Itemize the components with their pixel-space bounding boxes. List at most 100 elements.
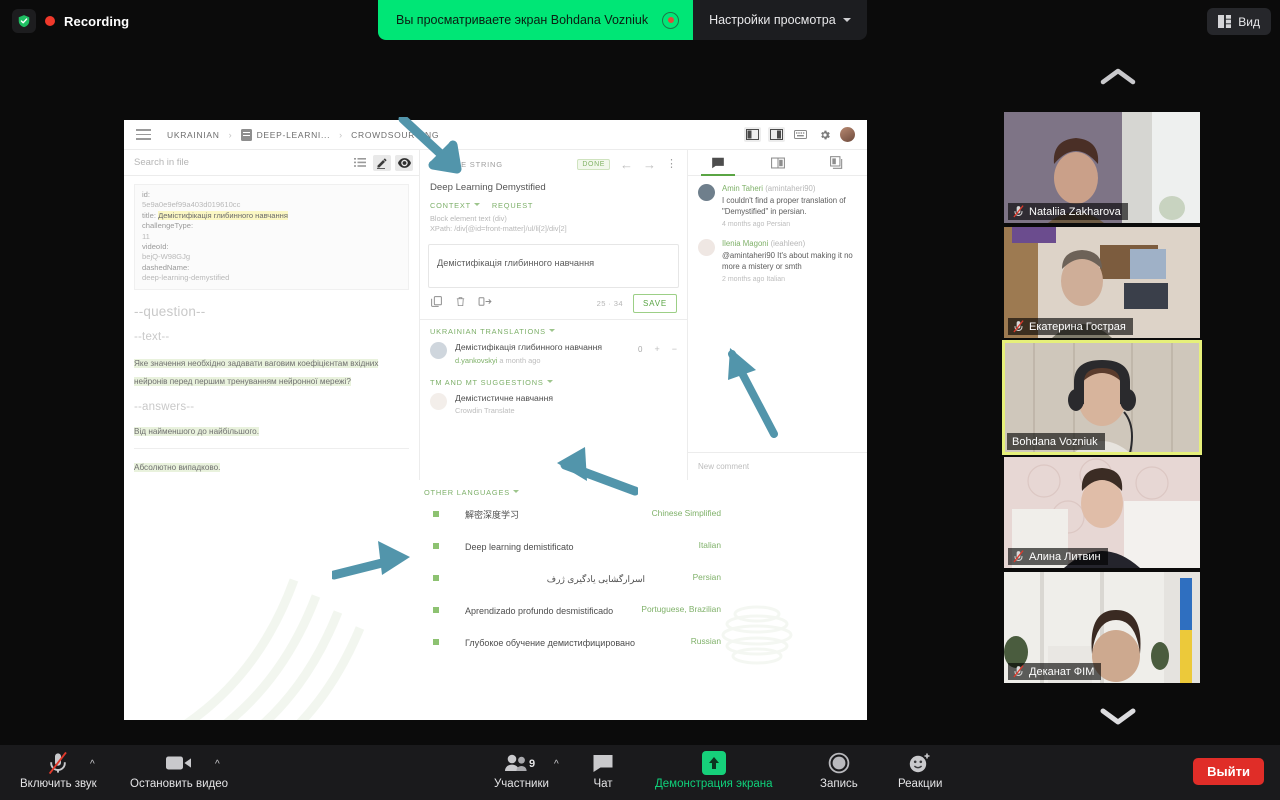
other-language-text: اسرارگشایی یادگیری ژرف (546, 574, 645, 584)
breadcrumb-item-project[interactable]: CROWDSOURCING (351, 130, 439, 140)
layout-right-icon[interactable] (768, 127, 785, 142)
view-options-button[interactable]: Настройки просмотра (693, 0, 867, 40)
view-button[interactable]: Вид (1207, 8, 1271, 35)
participants-count-glyph: 9 (529, 758, 535, 770)
share-recording-icon (662, 11, 680, 29)
more-options-icon[interactable]: ⋮ (666, 158, 677, 170)
scroll-down-button[interactable] (1100, 706, 1136, 726)
other-language-row[interactable]: Deep learning demistificato Italian (124, 531, 867, 563)
layout-left-icon[interactable] (744, 127, 761, 142)
translation-body: Демістифікація глибинного навчання d.yan… (455, 342, 630, 365)
other-language-name: Persian (692, 572, 721, 582)
meeting-top-bar: Recording Вы просматриваете экран Bohdan… (0, 0, 992, 42)
delete-icon[interactable] (455, 295, 466, 313)
other-language-row[interactable]: Aprendizado profundo desmistificado Port… (124, 595, 867, 627)
downvote-icon[interactable]: − (672, 344, 677, 354)
chat-icon (592, 751, 614, 775)
clear-icon[interactable] (478, 295, 492, 313)
recording-indicator-group: Recording (12, 9, 129, 33)
chevron-down-icon (512, 490, 519, 493)
preview-mode-tools (351, 154, 413, 171)
next-string-icon[interactable]: → (643, 158, 656, 171)
meta-line: dashedName: (142, 263, 401, 273)
search-in-file-row: Search in file (124, 150, 419, 176)
copy-source-icon[interactable] (430, 295, 443, 313)
preview-icon[interactable] (395, 154, 413, 171)
participant-tile[interactable]: Деканат ФІМ (1004, 572, 1200, 683)
recording-label: Recording (64, 13, 130, 29)
status-badge: DONE (577, 158, 610, 170)
tab-glossary[interactable] (748, 150, 808, 176)
other-languages-label[interactable]: OTHER LANGUAGES (124, 488, 867, 499)
participant-tile[interactable]: Алина Литвин (1004, 457, 1200, 568)
translation-editor-pane: SOURCE STRING DONE ← → ⋮ Deep Learning D… (420, 150, 688, 480)
other-language-row[interactable]: 解密深度学习 Chinese Simplified (124, 499, 867, 531)
section-answers-heading: --answers-- (134, 400, 195, 413)
comment-author[interactable]: Amin Taheri (amintaheri90) (722, 184, 857, 193)
answer-text[interactable]: Абсолютно випадково. (134, 462, 221, 472)
participant-tile[interactable]: Nataliia Zakharova (1004, 112, 1200, 223)
question-text[interactable]: Яке значення необхідно задавати ваговим … (134, 358, 379, 386)
suggestion-list-item[interactable]: Демістистичне навчання Crowdin Translate (420, 391, 687, 422)
tab-tm[interactable] (807, 150, 867, 176)
screen-share-banner: Вы просматриваете экран Bohdana Vozniuk … (378, 0, 867, 40)
upvote-icon[interactable]: + (654, 344, 659, 354)
chat-label: Чат (593, 778, 613, 790)
edit-icon[interactable] (373, 154, 391, 171)
other-language-name: Russian (690, 636, 721, 646)
translation-author[interactable]: d.yankovskyi (455, 356, 497, 365)
record-button[interactable]: Запись (820, 751, 858, 790)
record-icon (828, 751, 850, 775)
translation-time: a month ago (499, 355, 541, 365)
previous-string-icon[interactable]: ← (620, 158, 633, 171)
other-language-text: Глубокое обучение демистифицировано (465, 638, 635, 648)
share-screen-button[interactable]: Демонстрация экрана (655, 751, 773, 790)
participants-button[interactable]: 9 Участники (494, 751, 549, 790)
translation-input[interactable]: Демістифікація глибинного навчання (428, 244, 679, 288)
comment-author[interactable]: Ilenia Magoni (ieahleen) (722, 239, 857, 248)
other-language-row[interactable]: اسرارگشایی یادگیری ژرف Persian (124, 563, 867, 595)
suggestions-section-label[interactable]: TM AND MT SUGGESTIONS (420, 371, 687, 391)
other-languages-section: OTHER LANGUAGES 解密深度学习 Chinese Simplifie… (124, 480, 867, 659)
comments-list: Amin Taheri (amintaheri90) I couldn't fi… (688, 176, 867, 452)
meta-line: challengeType: (142, 221, 401, 231)
leave-button[interactable]: Выйти (1193, 758, 1264, 785)
hamburger-menu-icon[interactable] (136, 129, 151, 140)
request-link[interactable]: REQUEST (492, 201, 533, 210)
new-comment-input[interactable]: New comment (688, 452, 867, 480)
meta-key: dashedName: (142, 262, 190, 272)
video-options-chevron-icon[interactable]: ^ (215, 759, 220, 770)
participant-name-badge: Nataliia Zakharova (1008, 203, 1128, 220)
reactions-button[interactable]: Реакции (898, 751, 942, 790)
source-string-label: SOURCE STRING (430, 159, 503, 169)
tab-comments[interactable] (688, 150, 748, 176)
stop-video-button[interactable]: Остановить видео (130, 751, 228, 790)
list-view-icon[interactable] (351, 155, 369, 171)
other-language-row[interactable]: Глубокое обучение демистифицировано Russ… (124, 627, 867, 659)
suggestion-text[interactable]: Демістистичне навчання (455, 393, 677, 405)
unmute-button[interactable]: Включить звук (20, 751, 97, 790)
share-banner-green: Вы просматриваете экран Bohdana Vozniuk (378, 0, 694, 40)
keyboard-icon[interactable] (792, 127, 809, 142)
participant-tile-active[interactable]: Bohdana Vozniuk (1002, 340, 1202, 455)
participants-chevron-icon[interactable]: ^ (554, 759, 559, 770)
breadcrumb-item-file[interactable]: DEEP-LEARNI... (257, 130, 331, 140)
answer-text[interactable]: Від найменшого до найбільшого. (134, 426, 260, 436)
breadcrumb-item-language[interactable]: UKRAINIAN (167, 130, 220, 140)
user-avatar[interactable] (840, 127, 855, 142)
save-button[interactable]: SAVE (633, 294, 677, 313)
gear-icon[interactable] (816, 127, 833, 142)
translation-text[interactable]: Демістифікація глибинного навчання (455, 342, 630, 354)
reactions-label: Реакции (898, 778, 943, 790)
view-options-label: Настройки просмотра (709, 13, 836, 27)
comment-author-name: Amin Taheri (722, 184, 764, 193)
translations-section-label[interactable]: UKRAINIAN TRANSLATIONS (420, 320, 687, 340)
chat-button[interactable]: Чат (592, 751, 614, 790)
comment-item: Amin Taheri (amintaheri90) I couldn't fi… (698, 184, 857, 228)
context-toggle[interactable]: CONTEXT (430, 201, 480, 210)
audio-options-chevron-icon[interactable]: ^ (90, 759, 95, 770)
scroll-up-button[interactable] (1100, 66, 1136, 86)
participant-tile[interactable]: Екатерина Гострая (1004, 227, 1200, 338)
search-input[interactable]: Search in file (134, 157, 189, 168)
meta-value-highlighted[interactable]: Демістифікація глибинного навчання (158, 210, 288, 220)
